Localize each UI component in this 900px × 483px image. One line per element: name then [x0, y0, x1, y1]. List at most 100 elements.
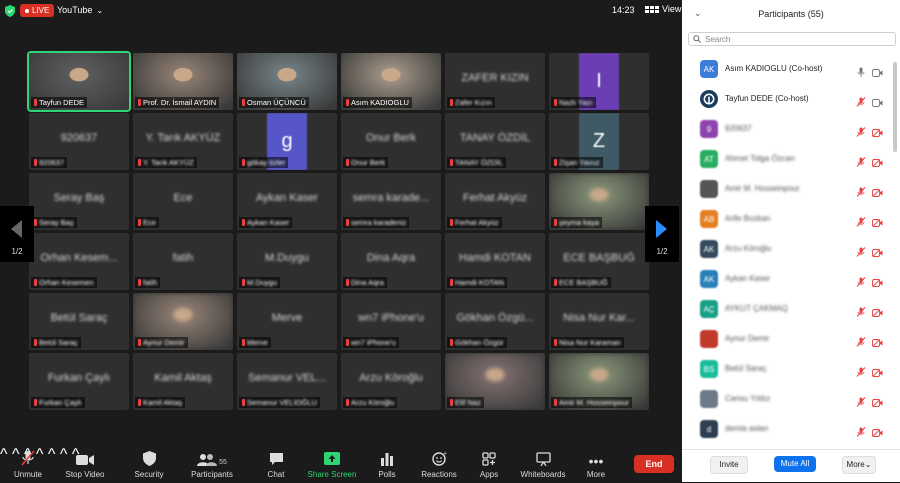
participant-row[interactable]: Aynur Demir [682, 326, 892, 352]
video-tile[interactable]: Semanur VEL... Semanur VELİOĞLU [237, 353, 337, 410]
next-page-button[interactable]: 1/2 [645, 206, 679, 262]
participant-row[interactable]: Amir M. Hosseinpour [682, 176, 892, 202]
participant-row[interactable]: AK Asım KADIOGLU (Co-host) [682, 56, 892, 82]
mic-muted-icon[interactable] [856, 394, 866, 407]
video-tile[interactable]: Aynur Demir [133, 293, 233, 350]
shield-icon[interactable] [5, 5, 15, 17]
video-tile[interactable]: Ece Ece [133, 173, 233, 230]
whiteboards-button[interactable]: Whiteboards [518, 450, 568, 479]
participant-row[interactable]: AK Arzu Köroğlu [682, 236, 892, 262]
video-tile[interactable]: Furkan Çaylı Furkan Çaylı [29, 353, 129, 410]
video-tile[interactable]: Elif Naz [445, 353, 545, 410]
mic-muted-icon[interactable] [856, 364, 866, 377]
video-tile[interactable]: Nisa Nur Kar... Nisa Nur Karaman [549, 293, 649, 350]
video-tile[interactable]: şeyma kaya [549, 173, 649, 230]
video-off-icon[interactable] [872, 304, 883, 317]
mic-muted-icon[interactable] [856, 184, 866, 197]
audio-options-caret-icon[interactable]: ^ [0, 446, 8, 463]
video-off-icon[interactable] [872, 424, 883, 437]
stream-target-dropdown[interactable]: YouTube ⌄ [57, 5, 103, 15]
participant-row[interactable]: d demla aslan [682, 416, 892, 442]
video-tile[interactable]: I Nazlı Yazı [549, 53, 649, 110]
polls-button[interactable]: Polls [374, 450, 400, 479]
video-tile[interactable]: g gökay özler [237, 113, 337, 170]
participants-search-input[interactable]: Search [688, 32, 896, 46]
video-off-icon[interactable] [872, 394, 883, 407]
mic-muted-icon[interactable] [856, 124, 866, 137]
apps-button[interactable]: Apps [476, 450, 502, 479]
video-camera-icon[interactable] [872, 94, 883, 107]
mic-muted-icon[interactable] [856, 304, 866, 317]
participant-row[interactable]: AÇ AYKUT ÇAKMAQ [682, 296, 892, 322]
share-options-caret-icon[interactable]: ^ [48, 446, 56, 463]
panel-more-button[interactable]: More⌄ [842, 456, 876, 474]
video-tile[interactable]: semra karade... semra karadeniz [341, 173, 441, 230]
video-tile[interactable]: Arzu Köroğlu Arzu Köroğlu [341, 353, 441, 410]
end-meeting-button[interactable]: End [634, 455, 674, 473]
video-off-icon[interactable] [872, 184, 883, 197]
more-button[interactable]: ••• More [584, 450, 608, 479]
video-tile[interactable]: Osman ÜÇÜNCÜ [237, 53, 337, 110]
video-off-icon[interactable] [872, 124, 883, 137]
video-tile[interactable]: 920637 920637 [29, 113, 129, 170]
video-tile[interactable]: ECE BAŞBUĞ ECE BAŞBUĞ [549, 233, 649, 290]
video-tile[interactable]: Ferhat Akyüz Ferhat Akyüz [445, 173, 545, 230]
video-tile[interactable]: Kamil Aktaş Kamil Aktaş [133, 353, 233, 410]
live-badge[interactable]: LIVE [20, 4, 55, 17]
video-tile[interactable]: Y. Tarık AKYÜZ Y. Tarık AKYÜZ [133, 113, 233, 170]
video-tile[interactable]: Aykan Kaser Aykan Kaser [237, 173, 337, 230]
video-tile[interactable]: Tayfun DEDE [29, 53, 129, 110]
participant-row[interactable]: AB Arife Bozkan [682, 206, 892, 232]
participant-row[interactable]: BS Betül Saraç [682, 356, 892, 382]
video-off-icon[interactable] [872, 274, 883, 287]
participant-row[interactable]: Tayfun DEDE (Co-host) [682, 86, 892, 112]
mic-muted-icon[interactable] [856, 154, 866, 167]
unmute-button[interactable]: Unmute [10, 450, 46, 479]
invite-button[interactable]: Invite [710, 456, 748, 474]
video-camera-icon[interactable] [872, 64, 883, 77]
video-tile[interactable]: fatih fatih [133, 233, 233, 290]
participant-row[interactable]: 9 920637 [682, 116, 892, 142]
mic-muted-icon[interactable] [856, 424, 866, 437]
participant-row[interactable]: Cansu Yıldız [682, 386, 892, 412]
mic-muted-icon[interactable] [856, 274, 866, 287]
mic-muted-icon[interactable] [856, 214, 866, 227]
video-tile[interactable]: Z Zişan Yavuz [549, 113, 649, 170]
video-tile[interactable]: TANAY ÖZDİL TANAY ÖZDİL [445, 113, 545, 170]
video-tile[interactable]: Prof. Dr. İsmail AYDIN [133, 53, 233, 110]
view-button[interactable]: View [645, 4, 681, 14]
previous-page-button[interactable]: 1/2 [0, 206, 34, 262]
mic-muted-icon[interactable] [856, 244, 866, 257]
video-tile[interactable]: ZAFER KIZIN Zafer Kızın [445, 53, 545, 110]
security-button[interactable]: Security [132, 450, 166, 479]
video-tile[interactable]: Gökhan Özgü... Gökhan Özgür [445, 293, 545, 350]
video-tile[interactable]: Dina Aqra Dina Aqra [341, 233, 441, 290]
mute-all-button[interactable]: Mute All [774, 456, 816, 472]
video-off-icon[interactable] [872, 364, 883, 377]
video-tile[interactable]: Onur Berk Onur Berk [341, 113, 441, 170]
video-tile[interactable]: Amir M. Hosseinpour [549, 353, 649, 410]
video-tile[interactable]: Orhan Kesem... Orhan Kesemen [29, 233, 129, 290]
share-screen-button[interactable]: Share Screen [306, 450, 358, 479]
video-off-icon[interactable] [872, 244, 883, 257]
mic-muted-icon[interactable] [856, 334, 866, 347]
participants-button[interactable]: 55 Participants [188, 450, 236, 479]
chat-button[interactable]: Chat [262, 450, 290, 479]
mic-icon[interactable] [856, 64, 866, 77]
video-tile[interactable]: Betül Saraç Betül Saraç [29, 293, 129, 350]
participants-scrollbar-thumb[interactable] [893, 62, 897, 152]
video-tile[interactable]: wn7 iPhone'u wn7 iPhone'u [341, 293, 441, 350]
video-tile[interactable]: Merve Merve [237, 293, 337, 350]
video-tile[interactable]: Hamdi KOTAN Hamdi KOTAN [445, 233, 545, 290]
video-off-icon[interactable] [872, 334, 883, 347]
participant-row[interactable]: AK Aykan Kaser [682, 266, 892, 292]
video-tile[interactable]: Asım KADIOGLU [341, 53, 441, 110]
stop-video-button[interactable]: Stop Video [62, 450, 108, 479]
video-tile[interactable]: M.Duygu M.Duygu [237, 233, 337, 290]
video-off-icon[interactable] [872, 154, 883, 167]
video-tile[interactable]: Seray Baş Seray Baş [29, 173, 129, 230]
video-off-icon[interactable] [872, 214, 883, 227]
reactions-button[interactable]: + Reactions [420, 450, 458, 479]
mic-muted-icon[interactable] [856, 94, 866, 107]
participant-row[interactable]: AT Ahmet Tolga Özcan [682, 146, 892, 172]
